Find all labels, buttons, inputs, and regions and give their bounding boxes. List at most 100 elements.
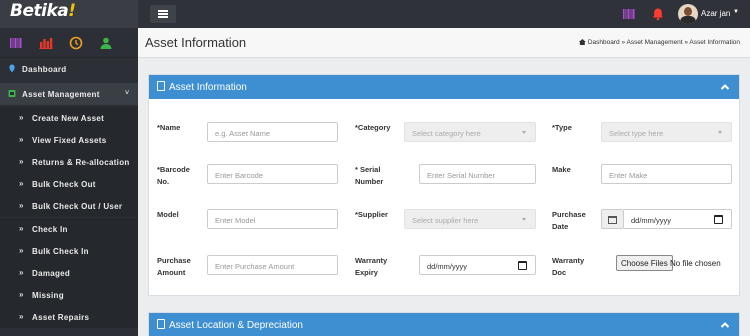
main-content: Asset Information Dashboard » Asset Mana… bbox=[138, 28, 750, 336]
sidebar-item-damaged[interactable]: » Damaged bbox=[0, 262, 138, 284]
calendar-icon[interactable] bbox=[714, 215, 723, 224]
sidebar-item-returns-reallocation[interactable]: » Returns & Re-allocation bbox=[0, 151, 138, 173]
warranty-expiry-label-line: Expiry bbox=[355, 268, 378, 277]
bell-icon[interactable] bbox=[651, 7, 665, 21]
sidebar-item-bulk-check-out[interactable]: » Bulk Check Out bbox=[0, 173, 138, 195]
panel-title: Asset Location & Depreciation bbox=[169, 320, 303, 331]
page-header: Asset Information Dashboard » Asset Mana… bbox=[138, 28, 750, 58]
sidebar-item-label: Create New Asset bbox=[32, 114, 105, 123]
avatar-body bbox=[680, 16, 696, 24]
sidebar: Dashboard Asset Management ˅ » Create New… bbox=[0, 28, 138, 336]
user-icon[interactable] bbox=[99, 36, 113, 50]
caret-down-icon bbox=[522, 218, 526, 221]
sidebar-item-check-in[interactable]: » Check In bbox=[0, 218, 138, 240]
dashboard-icon bbox=[9, 64, 15, 73]
sidebar-quick-icons bbox=[0, 28, 138, 58]
user-avatar[interactable] bbox=[678, 4, 698, 24]
sidebar-item-label: Asset Repairs bbox=[32, 313, 90, 322]
clock-icon[interactable] bbox=[69, 36, 83, 50]
model-label: Model bbox=[157, 210, 179, 219]
sidebar-item-label: Check In bbox=[32, 225, 68, 234]
brand-area[interactable]: Betika! bbox=[0, 0, 138, 28]
sidebar-item-bulk-check-in[interactable]: » Bulk Check In bbox=[0, 240, 138, 262]
barcode-label-line: No. bbox=[157, 177, 170, 186]
brand-name: Betika bbox=[10, 1, 69, 21]
caret-down-icon bbox=[522, 131, 526, 134]
type-select-placeholder: Select type here bbox=[609, 129, 664, 138]
purchase-date-label: Purchase Date bbox=[552, 209, 586, 233]
menu-toggle-button[interactable] bbox=[150, 5, 176, 23]
asset-location-panel: Asset Location & Depreciation bbox=[148, 312, 740, 336]
chevron-up-icon[interactable] bbox=[719, 81, 731, 93]
type-select[interactable]: Select type here bbox=[601, 122, 732, 142]
file-status-text: No file chosen bbox=[670, 259, 721, 268]
brand-logo[interactable]: Betika! bbox=[10, 1, 76, 21]
caret-down-icon bbox=[718, 131, 722, 134]
breadcrumb-link-asset-management[interactable]: Asset Management bbox=[627, 39, 683, 46]
warranty-expiry-label-line: Warranty bbox=[355, 256, 388, 265]
warranty-doc-label-line: Doc bbox=[552, 268, 567, 277]
breadcrumb-link-dashboard[interactable]: Dashboard bbox=[588, 39, 620, 46]
panel-header[interactable]: Asset Location & Depreciation bbox=[149, 313, 739, 336]
purchase-date-input[interactable]: dd/mm/yyyy bbox=[623, 209, 732, 229]
sidebar-item-asset-repairs[interactable]: » Asset Repairs bbox=[0, 306, 138, 328]
purchase-amount-label-line: Purchase bbox=[157, 256, 191, 265]
home-icon bbox=[578, 39, 586, 45]
user-name[interactable]: Azar jan bbox=[701, 9, 730, 18]
hamburger-line bbox=[158, 16, 168, 18]
sidebar-item-bulk-check-out-user[interactable]: » Bulk Check Out / User bbox=[0, 195, 138, 217]
asset-information-panel: Asset Information *Name e.g. Asset Name … bbox=[148, 74, 740, 296]
hamburger-line bbox=[158, 10, 168, 12]
user-menu-caret-icon[interactable]: ▼ bbox=[733, 9, 739, 15]
purchase-date-value: dd/mm/yyyy bbox=[631, 216, 672, 225]
calendar-icon bbox=[608, 216, 617, 224]
asset-name-input[interactable]: e.g. Asset Name bbox=[207, 122, 338, 142]
double-chevron-right-icon: » bbox=[19, 224, 24, 233]
bar-chart-icon[interactable] bbox=[39, 36, 53, 50]
warranty-expiry-value: dd/mm/yyyy bbox=[427, 262, 468, 271]
double-chevron-right-icon: » bbox=[19, 179, 24, 188]
sidebar-item-create-new-asset[interactable]: » Create New Asset bbox=[0, 107, 138, 129]
double-chevron-right-icon: » bbox=[19, 135, 24, 144]
warranty-expiry-label: Warranty Expiry bbox=[355, 255, 387, 279]
panel-header[interactable]: Asset Information bbox=[149, 75, 739, 99]
sidebar-item-asset-management[interactable]: Asset Management ˅ bbox=[0, 83, 138, 105]
category-select[interactable]: Select category here bbox=[404, 122, 536, 142]
panel-title: Asset Information bbox=[169, 82, 247, 93]
serial-number-input[interactable]: Enter Serial Number bbox=[419, 164, 536, 184]
barcode-label: *Barcode No. bbox=[157, 164, 190, 188]
warranty-expiry-input[interactable]: dd/mm/yyyy bbox=[419, 255, 536, 275]
barcode-icon[interactable] bbox=[622, 7, 636, 21]
sidebar-item-view-fixed-assets[interactable]: » View Fixed Assets bbox=[0, 129, 138, 151]
warranty-doc-label: Warranty Doc bbox=[552, 255, 584, 279]
double-chevron-right-icon: » bbox=[19, 268, 24, 277]
model-input[interactable]: Enter Model bbox=[207, 209, 338, 229]
supplier-select[interactable]: Select supplier here bbox=[404, 209, 536, 229]
barcode-input[interactable]: Enter Barcode bbox=[207, 164, 338, 184]
page-title: Asset Information bbox=[145, 35, 247, 50]
double-chevron-right-icon: » bbox=[19, 290, 24, 299]
double-chevron-right-icon: » bbox=[19, 312, 24, 321]
choose-files-button[interactable]: Choose Files bbox=[616, 255, 673, 271]
name-label: *Name bbox=[157, 123, 181, 132]
barcode-label-line: *Barcode bbox=[157, 165, 190, 174]
brand-accent: ! bbox=[68, 1, 76, 21]
chevron-up-icon[interactable] bbox=[719, 319, 731, 331]
purchase-amount-label: Purchase Amount bbox=[157, 255, 191, 279]
sidebar-item-missing[interactable]: » Missing bbox=[0, 284, 138, 306]
barcode-icon[interactable] bbox=[9, 36, 23, 50]
double-chevron-right-icon: » bbox=[19, 201, 24, 210]
purchase-date-label-line: Date bbox=[552, 222, 569, 231]
double-chevron-right-icon: » bbox=[19, 246, 24, 255]
make-input[interactable]: Enter Make bbox=[601, 164, 732, 184]
supplier-select-placeholder: Select supplier here bbox=[412, 216, 479, 225]
sidebar-item-label: Damaged bbox=[32, 269, 71, 278]
document-icon bbox=[157, 319, 165, 329]
supplier-label: *Supplier bbox=[355, 210, 388, 219]
sidebar-item-dashboard[interactable]: Dashboard bbox=[0, 58, 138, 80]
calendar-icon[interactable] bbox=[518, 261, 527, 270]
sidebar-item-label: Bulk Check Out / User bbox=[32, 202, 123, 211]
sidebar-item-label: Returns & Re-allocation bbox=[32, 158, 130, 167]
purchase-amount-label-line: Amount bbox=[157, 268, 186, 277]
purchase-amount-input[interactable]: Enter Purchase Amount bbox=[207, 255, 338, 275]
